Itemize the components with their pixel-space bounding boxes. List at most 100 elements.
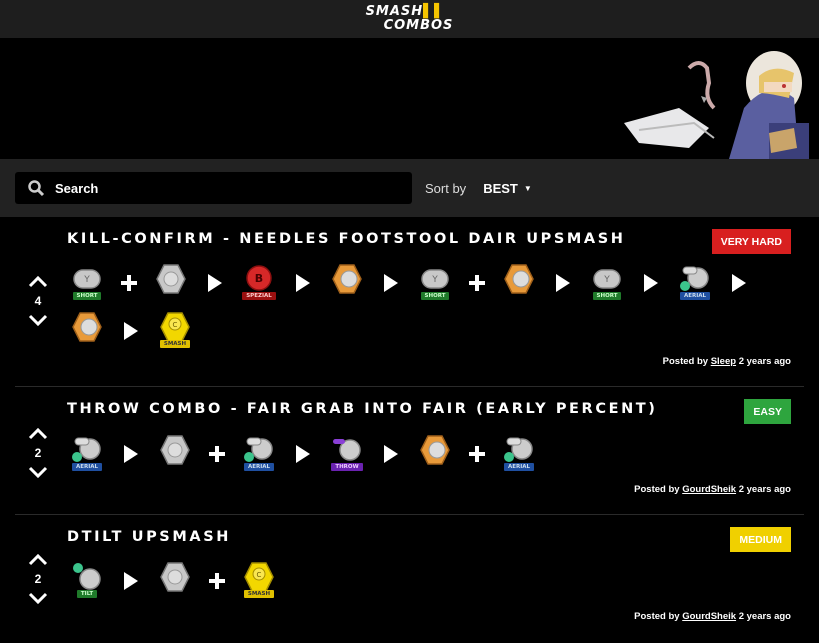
vote-count: 4 bbox=[34, 294, 42, 308]
svg-text:C: C bbox=[257, 571, 262, 579]
input-tag: SHORT bbox=[72, 292, 102, 300]
y-button-icon: Y SHORT bbox=[415, 262, 455, 304]
input-sequence: AERIAL AERIAL THROW AERIAL bbox=[67, 433, 787, 475]
shield-press-icon bbox=[67, 310, 107, 352]
search-icon bbox=[28, 180, 45, 197]
downvote-icon[interactable] bbox=[25, 311, 51, 329]
shield-button-icon bbox=[151, 262, 191, 304]
arrow-right-icon bbox=[293, 444, 313, 464]
upvote-icon[interactable] bbox=[25, 425, 51, 443]
author-link[interactable]: GourdSheik bbox=[682, 484, 736, 495]
input-tag: SHORT bbox=[420, 292, 450, 300]
author-link[interactable]: Sleep bbox=[711, 356, 736, 367]
stick-aerial-icon: AERIAL bbox=[499, 433, 539, 475]
arrow-right-icon bbox=[121, 444, 141, 464]
post-meta: Posted by GourdSheik 2 years ago bbox=[634, 611, 791, 622]
sort-dropdown[interactable]: BEST ▼ bbox=[483, 181, 532, 196]
c-stick-icon: C SMASH bbox=[239, 560, 279, 602]
stick-aerial-icon: AERIAL bbox=[67, 433, 107, 475]
sheik-character-art bbox=[624, 51, 809, 159]
post-time: 2 years ago bbox=[738, 484, 791, 495]
arrow-right-icon bbox=[293, 273, 313, 293]
combo-card[interactable]: 4 KILL-CONFIRM - NEEDLES FOOTSTOOL DAIR … bbox=[15, 217, 804, 387]
svg-text:Y: Y bbox=[431, 275, 438, 285]
vote-count: 2 bbox=[34, 446, 42, 460]
input-tag: THROW bbox=[331, 463, 363, 471]
logo-line1: SMASH bbox=[365, 4, 424, 19]
site-logo[interactable]: SMASH▌▌ COMBOS bbox=[366, 5, 454, 33]
upvote-icon[interactable] bbox=[25, 551, 51, 569]
input-tag: SPEZIAL bbox=[242, 292, 276, 300]
arrow-right-icon bbox=[641, 273, 661, 293]
search-box[interactable] bbox=[15, 172, 412, 204]
arrow-right-icon bbox=[205, 273, 225, 293]
stick-aerial-icon: AERIAL bbox=[239, 433, 279, 475]
input-sequence: Y SHORT B SPEZIAL Y SHORT Y SHORT AERIAL bbox=[67, 262, 787, 352]
input-tag: SMASH bbox=[159, 340, 191, 348]
plus-icon bbox=[207, 444, 227, 464]
input-tag: AERIAL bbox=[243, 463, 275, 471]
posted-by-label: Posted by bbox=[634, 611, 680, 622]
arrow-right-icon bbox=[121, 321, 141, 341]
stick-throw-icon: THROW bbox=[327, 433, 367, 475]
top-bar: SMASH▌▌ COMBOS bbox=[0, 0, 819, 38]
sort-label: Sort by bbox=[425, 180, 467, 196]
stick-aerial-icon: AERIAL bbox=[675, 262, 715, 304]
arrow-right-icon bbox=[381, 444, 401, 464]
downvote-icon[interactable] bbox=[25, 463, 51, 481]
c-stick-icon: C SMASH bbox=[155, 310, 195, 352]
vote-control: 2 bbox=[25, 551, 51, 607]
chevron-down-icon: ▼ bbox=[523, 183, 532, 193]
combo-title[interactable]: KILL-CONFIRM - NEEDLES FOOTSTOOL DAIR UP… bbox=[67, 231, 626, 247]
input-tag: AERIAL bbox=[503, 463, 535, 471]
combo-title[interactable]: DTILT UPSMASH bbox=[67, 529, 231, 545]
combo-card[interactable]: 2 THROW COMBO - FAIR GRAB INTO FAIR (EAR… bbox=[15, 387, 804, 515]
shield-press-icon bbox=[415, 433, 455, 475]
b-button-icon: B SPEZIAL bbox=[239, 262, 279, 304]
difficulty-badge: MEDIUM bbox=[730, 527, 791, 552]
combo-card[interactable]: 2 DTILT UPSMASH MEDIUM TILT C SMASH Poste… bbox=[15, 515, 804, 642]
combo-title[interactable]: THROW COMBO - FAIR GRAB INTO FAIR (EARLY… bbox=[67, 401, 658, 417]
shield-button-icon bbox=[155, 433, 195, 475]
post-time: 2 years ago bbox=[738, 611, 791, 622]
y-button-icon: Y SHORT bbox=[67, 262, 107, 304]
vote-control: 2 bbox=[25, 425, 51, 481]
search-input[interactable] bbox=[55, 180, 385, 196]
author-link[interactable]: GourdSheik bbox=[682, 611, 736, 622]
combo-list: 4 KILL-CONFIRM - NEEDLES FOOTSTOOL DAIR … bbox=[0, 217, 819, 642]
svg-text:B: B bbox=[255, 272, 263, 285]
shield-press-icon bbox=[327, 262, 367, 304]
plus-icon bbox=[119, 273, 139, 293]
vote-count: 2 bbox=[34, 572, 42, 586]
input-tag: AERIAL bbox=[679, 292, 711, 300]
input-tag: SHORT bbox=[592, 292, 622, 300]
input-tag: TILT bbox=[76, 590, 98, 598]
logo-bars: ▌▌ bbox=[423, 4, 446, 19]
input-tag: SMASH bbox=[243, 590, 275, 598]
post-time: 2 years ago bbox=[738, 356, 791, 367]
difficulty-badge: VERY HARD bbox=[711, 229, 791, 254]
svg-text:Y: Y bbox=[83, 275, 90, 285]
plus-icon bbox=[467, 444, 487, 464]
y-button-icon: Y SHORT bbox=[587, 262, 627, 304]
shield-button-icon bbox=[155, 560, 195, 602]
logo-line2: COMBOS bbox=[383, 18, 454, 33]
arrow-right-icon bbox=[121, 571, 141, 591]
sort-value: BEST bbox=[483, 180, 518, 196]
vote-control: 4 bbox=[25, 273, 51, 329]
input-sequence: TILT C SMASH bbox=[67, 560, 787, 602]
posted-by-label: Posted by bbox=[662, 356, 709, 367]
post-meta: Posted by Sleep 2 years ago bbox=[663, 356, 791, 367]
post-meta: Posted by GourdSheik 2 years ago bbox=[634, 484, 791, 495]
arrow-right-icon bbox=[381, 273, 401, 293]
arrow-right-icon bbox=[553, 273, 573, 293]
plus-icon bbox=[467, 273, 487, 293]
shield-press-icon bbox=[499, 262, 539, 304]
plus-icon bbox=[207, 571, 227, 591]
input-tag: AERIAL bbox=[71, 463, 103, 471]
posted-by-label: Posted by bbox=[634, 484, 680, 495]
svg-text:C: C bbox=[173, 321, 178, 329]
upvote-icon[interactable] bbox=[25, 273, 51, 291]
downvote-icon[interactable] bbox=[25, 589, 51, 607]
stick-tilt-icon: TILT bbox=[67, 560, 107, 602]
